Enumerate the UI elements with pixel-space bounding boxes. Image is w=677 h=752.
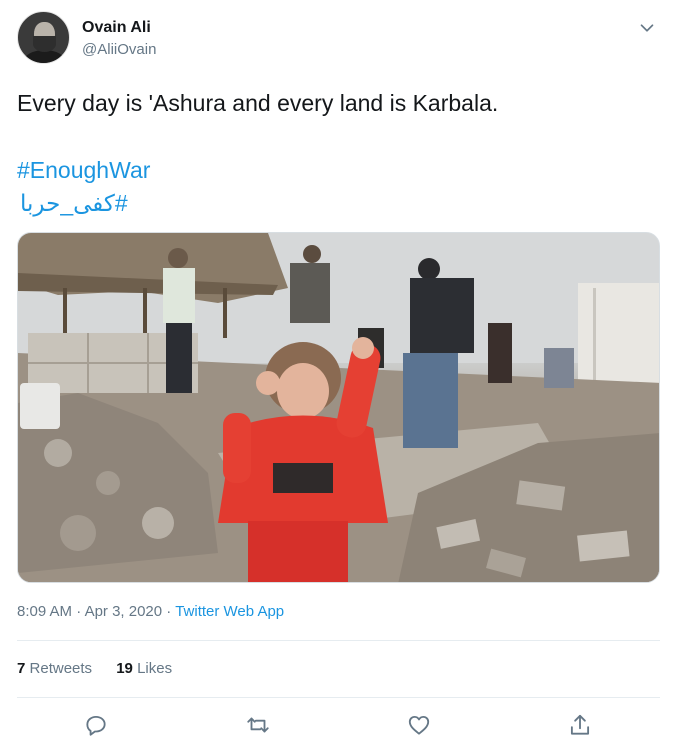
share-icon[interactable]	[567, 712, 593, 738]
retweets-label: Retweets	[29, 660, 93, 677]
avatar[interactable]	[17, 11, 70, 64]
retweets-count: 7	[17, 660, 26, 677]
heart-icon[interactable]	[406, 712, 432, 738]
tweet-meta: 8:09 AM · Apr 3, 2020 · Twitter Web App	[17, 603, 284, 620]
tweet-time[interactable]: 8:09 AM	[17, 603, 72, 620]
author-handle[interactable]: @AliiOvain	[82, 41, 156, 58]
reply-icon[interactable]	[83, 712, 109, 738]
photo-illustration	[18, 233, 659, 582]
hashtag-link[interactable]: #EnoughWar	[17, 157, 150, 184]
meta-separator: ·	[76, 603, 85, 620]
author-display-name[interactable]: Ovain Ali	[82, 19, 151, 37]
divider	[17, 640, 660, 641]
tweet-text: Every day is 'Ashura and every land is K…	[17, 90, 499, 116]
retweet-icon[interactable]	[245, 712, 271, 738]
divider	[17, 697, 660, 698]
hashtag-link[interactable]: #كفى_حربا	[20, 190, 128, 217]
tweet-date[interactable]: Apr 3, 2020	[85, 603, 163, 620]
tweet-source-link[interactable]: Twitter Web App	[175, 603, 284, 620]
tweet-stats: 7 Retweets 19 Likes	[17, 660, 192, 677]
likes-stat[interactable]: 19 Likes	[116, 660, 172, 677]
likes-count: 19	[116, 660, 133, 677]
tweet-photo[interactable]	[17, 232, 660, 583]
tweet-header: Ovain Ali @AliiOvain	[17, 11, 662, 67]
retweets-stat[interactable]: 7 Retweets	[17, 660, 96, 677]
tweet-actions	[0, 710, 677, 742]
likes-label: Likes	[137, 660, 173, 677]
chevron-down-icon[interactable]	[636, 17, 658, 39]
meta-separator: ·	[166, 603, 176, 620]
